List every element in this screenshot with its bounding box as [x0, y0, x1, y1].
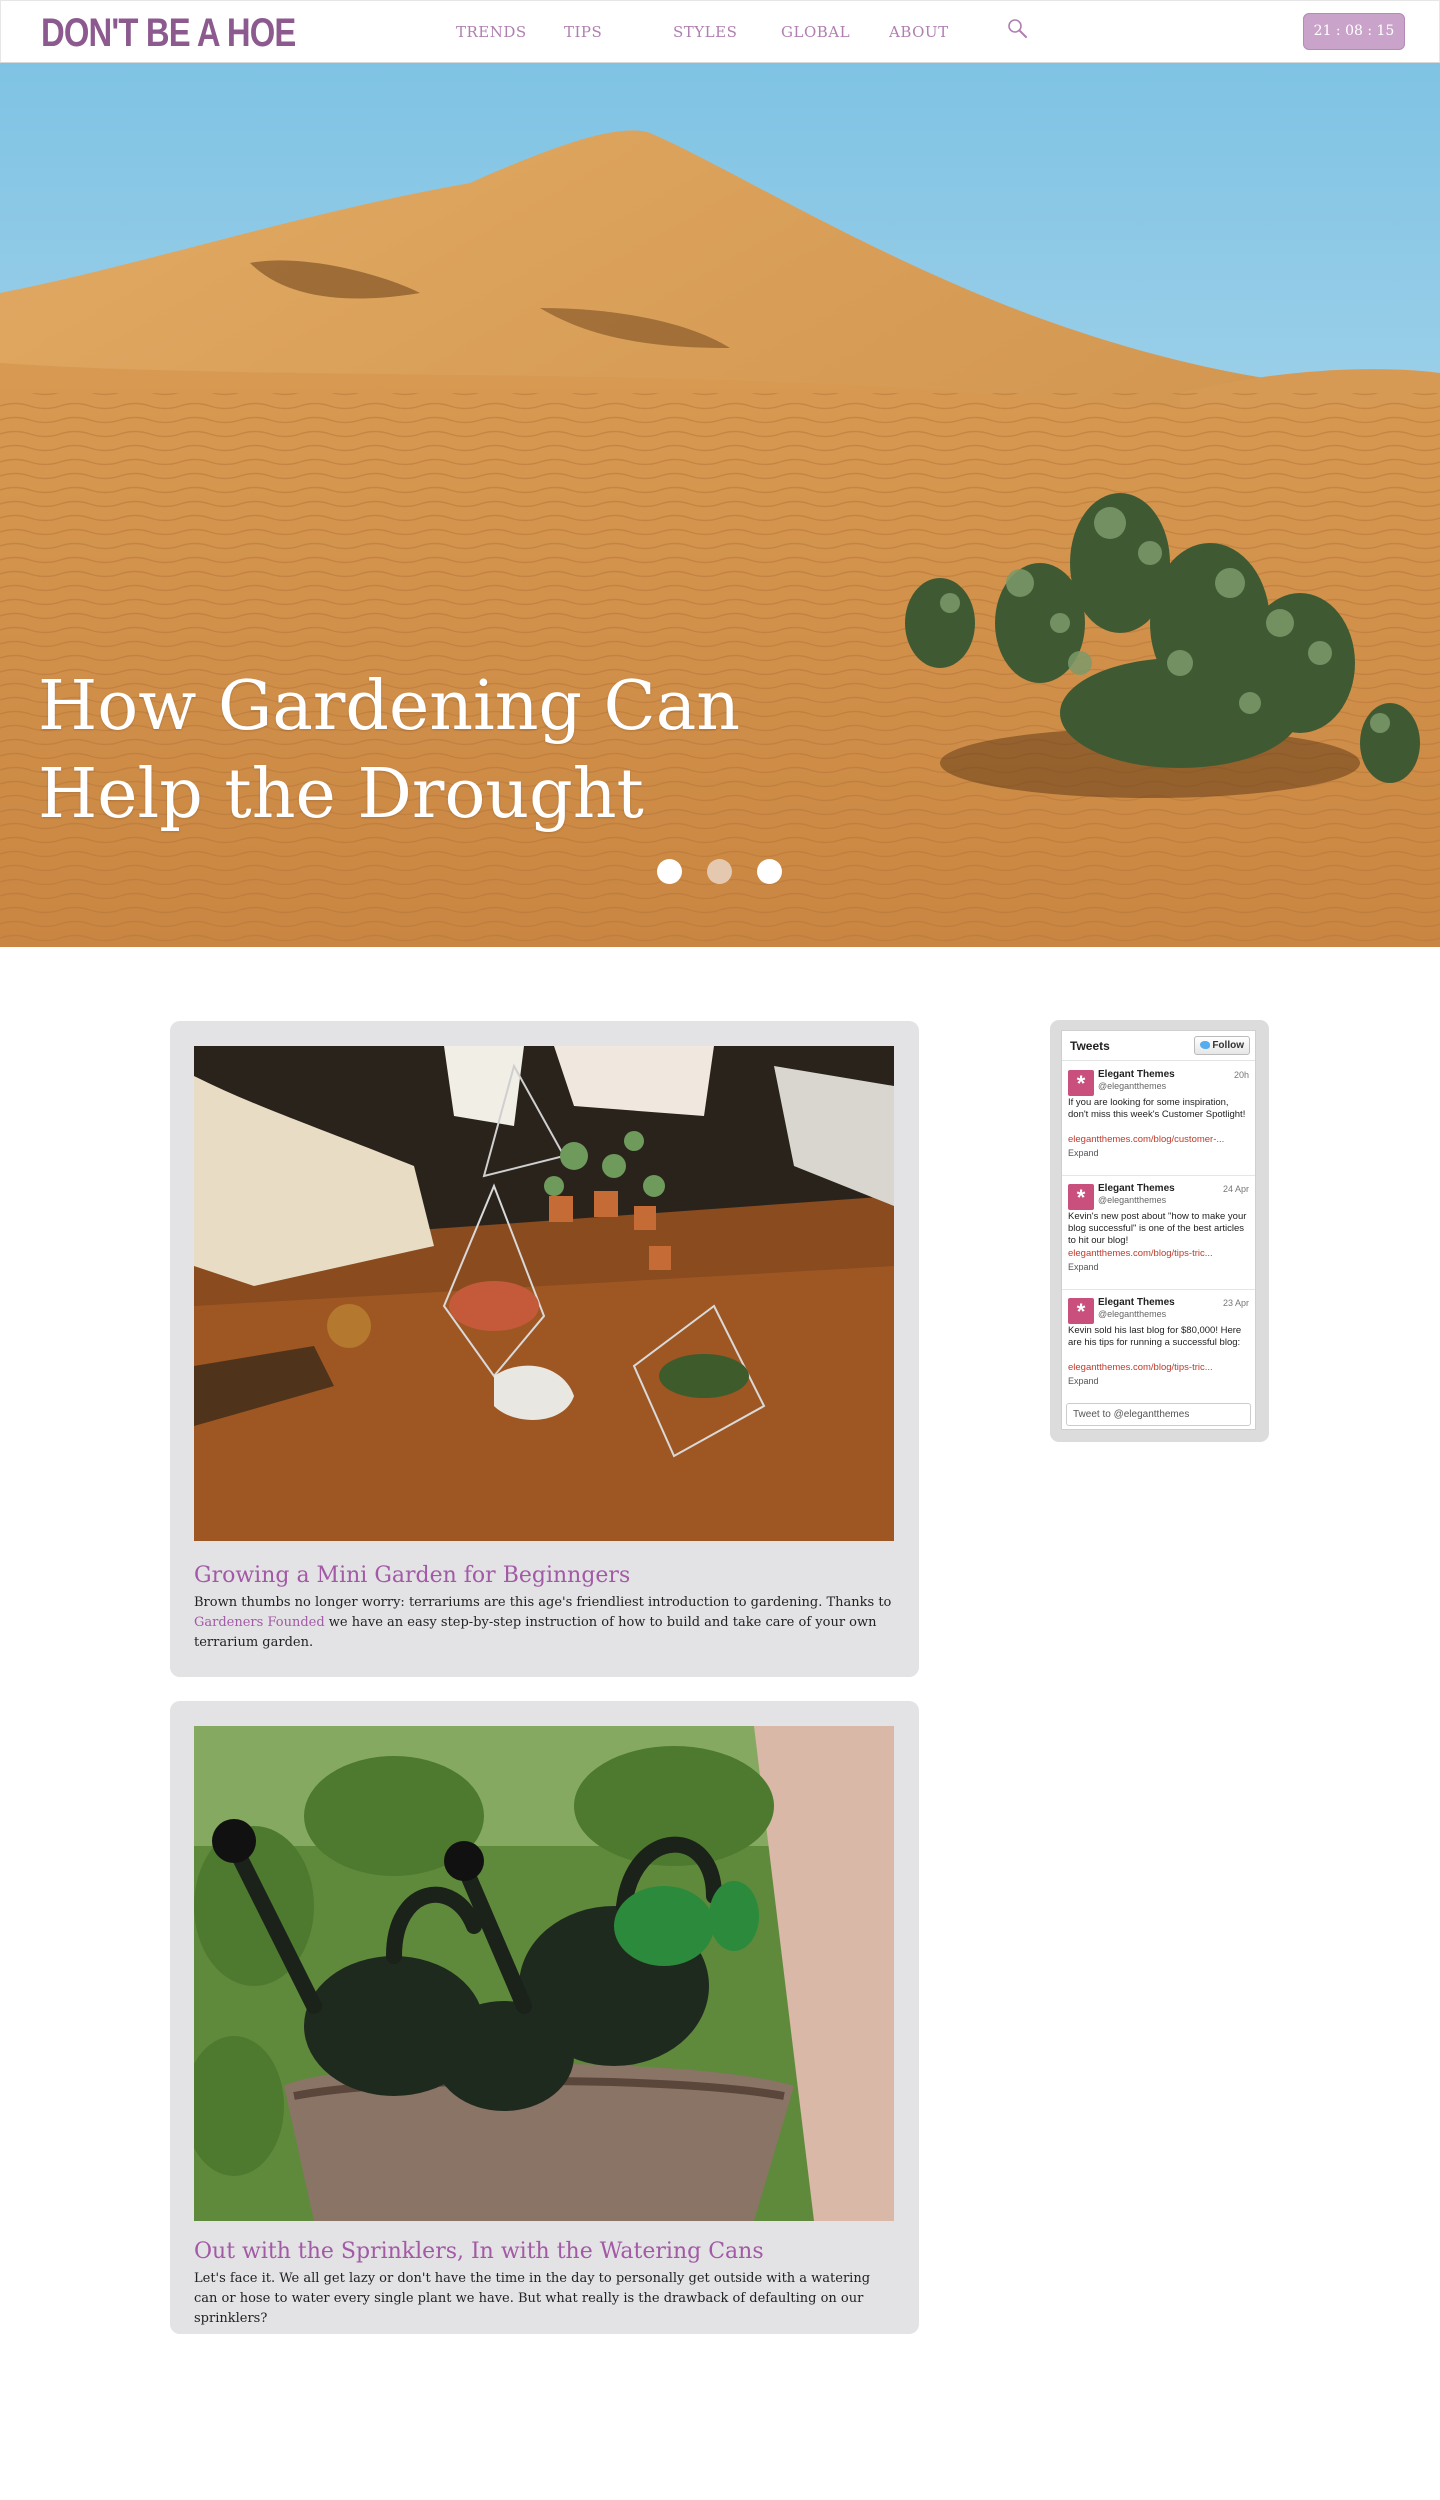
tweets-title: Tweets — [1070, 1039, 1110, 1053]
post-excerpt-text: Brown thumbs no longer worry: terrariums… — [194, 1595, 892, 1610]
tweet-link[interactable]: elegantthemes.com/blog/tips-tric... — [1068, 1248, 1250, 1259]
post-card: Out with the Sprinklers, In with the Wat… — [170, 1701, 919, 2334]
tweet-text: Kevin's new post about "how to make your… — [1068, 1211, 1247, 1246]
post-excerpt: Brown thumbs no longer worry: terrariums… — [194, 1593, 894, 1653]
tweet-author[interactable]: Elegant Themes — [1098, 1069, 1175, 1080]
site-header: DON'T BE A HOE TRENDS TIPS STYLES GLOBAL… — [0, 0, 1440, 63]
tweets-timeline: Tweets Follow * Elegant Themes @elegantt… — [1061, 1030, 1256, 1430]
site-logo[interactable]: DON'T BE A HOE — [41, 11, 296, 55]
tweets-header: Tweets Follow — [1062, 1031, 1255, 1061]
tweet-author[interactable]: Elegant Themes — [1098, 1183, 1175, 1194]
hero-slider: How Gardening Can Help the Drought — [0, 63, 1440, 947]
tweet-link[interactable]: elegantthemes.com/blog/tips-tric... — [1068, 1362, 1250, 1373]
asterisk-icon: * — [1076, 1299, 1086, 1324]
tweet-handle[interactable]: @elegantthemes — [1098, 1195, 1166, 1205]
tweet-item[interactable]: * Elegant Themes @elegantthemes 23 Apr K… — [1062, 1290, 1255, 1404]
tweets-widget: Tweets Follow * Elegant Themes @elegantt… — [1050, 1020, 1269, 1442]
hero-title[interactable]: How Gardening Can Help the Drought — [38, 663, 798, 839]
tweet-link[interactable]: elegantthemes.com/blog/customer-... — [1068, 1134, 1250, 1145]
nav-about[interactable]: ABOUT — [889, 23, 949, 41]
tweet-expand[interactable]: Expand — [1068, 1376, 1099, 1386]
slider-dot-3[interactable] — [757, 859, 782, 884]
post-title[interactable]: Growing a Mini Garden for Beginngers — [194, 1563, 630, 1588]
clock-display: 21 : 08 : 15 — [1303, 13, 1405, 50]
nav-global[interactable]: GLOBAL — [781, 23, 850, 41]
avatar[interactable]: * — [1068, 1184, 1094, 1210]
tweet-time[interactable]: 23 Apr — [1223, 1298, 1249, 1308]
avatar[interactable]: * — [1068, 1298, 1094, 1324]
tweet-expand[interactable]: Expand — [1068, 1148, 1099, 1158]
tweet-text: If you are looking for some inspiration,… — [1068, 1097, 1246, 1120]
post-title[interactable]: Out with the Sprinklers, In with the Wat… — [194, 2239, 764, 2264]
asterisk-icon: * — [1076, 1185, 1086, 1210]
twitter-bird-icon — [1200, 1041, 1210, 1049]
tweet-author[interactable]: Elegant Themes — [1098, 1297, 1175, 1308]
nav-trends[interactable]: TRENDS — [456, 23, 527, 41]
tweet-time[interactable]: 24 Apr — [1223, 1184, 1249, 1194]
search-icon[interactable] — [1006, 17, 1030, 41]
post-image-watering-cans[interactable] — [194, 1726, 894, 2221]
nav-styles[interactable]: STYLES — [673, 23, 737, 41]
slider-dot-2[interactable] — [707, 859, 732, 884]
tweet-expand[interactable]: Expand — [1068, 1262, 1099, 1272]
nav-tips[interactable]: TIPS — [564, 23, 602, 41]
tweet-item[interactable]: * Elegant Themes @elegantthemes 24 Apr K… — [1062, 1176, 1255, 1290]
tweet-handle[interactable]: @elegantthemes — [1098, 1309, 1166, 1319]
tweet-text: Kevin sold his last blog for $80,000! He… — [1068, 1325, 1242, 1348]
post-excerpt: Let's face it. We all get lazy or don't … — [194, 2271, 871, 2326]
tweet-handle[interactable]: @elegantthemes — [1098, 1081, 1166, 1091]
hero-title-line2: Help the Drought — [38, 755, 644, 834]
avatar[interactable]: * — [1068, 1070, 1094, 1096]
follow-label: Follow — [1212, 1040, 1244, 1051]
hero-title-line1: How Gardening Can — [38, 667, 741, 746]
tweet-time[interactable]: 20h — [1234, 1070, 1249, 1080]
post-excerpt-link[interactable]: Gardeners Founded — [194, 1615, 325, 1630]
tweet-compose-input[interactable]: Tweet to @elegantthemes — [1066, 1403, 1251, 1426]
post-image-terrarium[interactable] — [194, 1046, 894, 1541]
tweet-item[interactable]: * Elegant Themes @elegantthemes 20h If y… — [1062, 1062, 1255, 1176]
asterisk-icon: * — [1076, 1071, 1086, 1096]
follow-button[interactable]: Follow — [1194, 1036, 1250, 1055]
slider-dot-1[interactable] — [657, 859, 682, 884]
post-card: Growing a Mini Garden for Beginngers Bro… — [170, 1021, 919, 1677]
